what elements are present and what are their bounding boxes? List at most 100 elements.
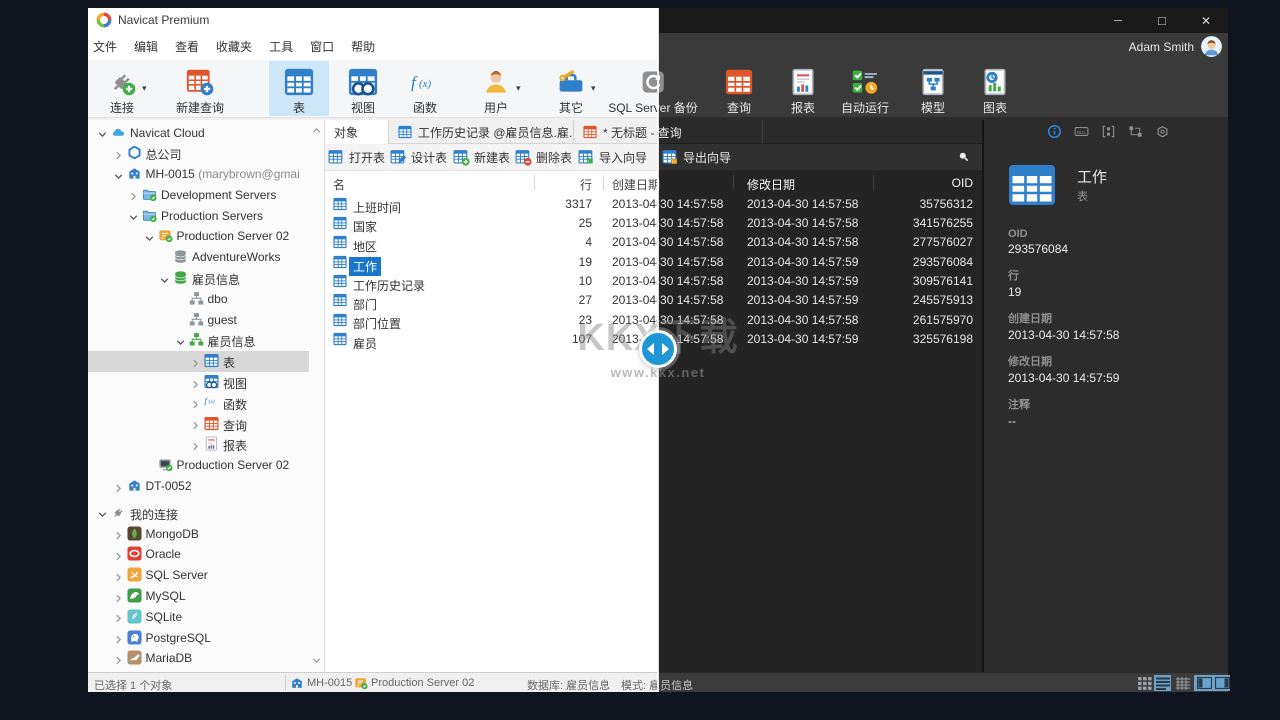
tree-item[interactable]: 查询 [88, 413, 309, 434]
table-row[interactable]: 上班时间33172013-04-30 14:57:582013-04-30 14… [325, 194, 658, 213]
table-row[interactable]: 部门272013-04-30 14:57:582013-04-30 14:57:… [658, 291, 982, 310]
menu-item[interactable]: 帮助 [351, 38, 375, 55]
minimize-button[interactable]: ─ [1096, 8, 1140, 33]
toolbar-button[interactable]: SQL Server 备份 [658, 61, 698, 116]
table-row[interactable]: 地区42013-04-30 14:57:582013-04-30 14:57:5… [658, 233, 982, 252]
toolbar-button[interactable]: 其它▾ [548, 61, 594, 116]
table-row[interactable]: 雇员1072013-04-30 14:57:582013-04-30 14:57… [325, 330, 658, 349]
expand-closed-icon[interactable] [191, 378, 200, 392]
tab[interactable]: 工作历史记录 @雇员信息.雇... [389, 120, 574, 144]
settings-icon[interactable] [1155, 124, 1170, 139]
tree-item[interactable]: AdventureWorks [88, 247, 309, 268]
list-view-icon[interactable] [1154, 675, 1171, 691]
expand-closed-icon[interactable] [114, 550, 123, 564]
tab[interactable]: * 无标题 - 查询 [574, 120, 658, 144]
toolbar-button[interactable]: 新建查询 [176, 61, 224, 116]
tree-item[interactable]: f(x)函数 [88, 392, 309, 413]
tree-item[interactable]: 报表 [88, 434, 309, 455]
expand-open-icon[interactable] [160, 274, 169, 288]
tree-item[interactable]: guest [88, 309, 309, 330]
table-row[interactable]: 上班时间33172013-04-30 14:57:582013-04-30 14… [658, 194, 982, 213]
panel-left-icon[interactable] [1194, 675, 1214, 691]
expand-closed-icon[interactable] [114, 654, 123, 668]
table-row[interactable]: 雇员1072013-04-30 14:57:582013-04-30 14:57… [658, 330, 982, 349]
comparison-slider-handle[interactable] [639, 330, 677, 368]
menu-item[interactable]: 查看 [175, 38, 199, 55]
scroll-down-icon[interactable] [312, 654, 321, 668]
tree-item[interactable]: SQLite [88, 606, 309, 627]
export-wizard-button[interactable]: 导出向导 [662, 144, 731, 170]
tree-item[interactable]: MariaDB [88, 648, 309, 669]
toolbar-button[interactable]: SQL Server 备份 [608, 61, 658, 116]
maximize-button[interactable]: □ [1140, 8, 1184, 33]
panel-right-icon[interactable] [1212, 675, 1230, 691]
tree-item[interactable]: DT-0052 [88, 476, 309, 497]
tree-item[interactable]: 我的连接 [88, 502, 309, 523]
expand-closed-icon[interactable] [114, 592, 123, 606]
toolbar-button[interactable]: 表 [269, 61, 329, 116]
tree-item[interactable]: MongoDB [88, 523, 309, 544]
tree-item[interactable]: 雇员信息 [88, 330, 309, 351]
toolbar-button[interactable]: f(x)函数 [402, 61, 448, 116]
toolbar-button[interactable]: 模型 [910, 61, 956, 116]
scroll-up-icon[interactable] [312, 124, 321, 138]
menu-item[interactable]: 收藏夹 [216, 38, 252, 55]
tree-item[interactable]: Navicat Cloud [88, 122, 309, 143]
tree-item[interactable]: MySQL [88, 586, 309, 607]
expand-closed-icon[interactable] [114, 149, 123, 163]
table-row[interactable]: 国家252013-04-30 14:57:582013-04-30 14:57:… [325, 213, 658, 232]
new-table-button[interactable]: 新建表 [453, 144, 510, 170]
dropdown-caret-icon[interactable]: ▾ [591, 83, 596, 94]
toolbar-button[interactable]: 查询 [716, 61, 762, 116]
sidebar-scrollbar[interactable] [309, 120, 324, 672]
columns-icon[interactable] [1101, 124, 1116, 139]
menu-item[interactable]: 文件 [93, 38, 117, 55]
grid-view-icon[interactable] [1136, 675, 1153, 691]
column-header-created[interactable]: 创建日期 [612, 176, 658, 193]
toolbar-button[interactable]: 自动运行 [841, 61, 889, 116]
tree-item[interactable]: 总公司 [88, 143, 309, 164]
tree-item[interactable]: Production Server 02 [88, 455, 309, 476]
expand-closed-icon[interactable] [191, 440, 200, 454]
table-row[interactable]: 国家252013-04-30 14:57:582013-04-30 14:57:… [658, 213, 982, 232]
table-row[interactable]: 地区42013-04-30 14:57:582013-04-30 14:57:5… [325, 233, 658, 252]
design-table-button[interactable]: 设计表 [390, 144, 447, 170]
tab[interactable]: 对象 [325, 120, 389, 144]
column-header-rows[interactable]: 行 [534, 176, 592, 193]
table-row[interactable]: 工作历史记录102013-04-30 14:57:582013-04-30 14… [658, 272, 982, 291]
tree-item[interactable]: dbo [88, 288, 309, 309]
delete-table-button[interactable]: 删除表 [515, 144, 572, 170]
menu-item[interactable]: 工具 [269, 38, 293, 55]
info-icon[interactable] [1047, 124, 1062, 139]
expand-open-icon[interactable] [98, 128, 107, 142]
expand-closed-icon[interactable] [191, 398, 200, 412]
column-header-name[interactable]: 名 [333, 176, 345, 193]
dropdown-caret-icon[interactable]: ▾ [142, 83, 147, 94]
expand-open-icon[interactable] [129, 211, 138, 225]
tree-item[interactable]: SQL Server [88, 565, 309, 586]
toolbar-button[interactable]: 报表 [780, 61, 826, 116]
search-icon[interactable] [958, 151, 969, 165]
dropdown-caret-icon[interactable]: ▾ [516, 83, 521, 94]
import-wizard-button[interactable]: 导入向导 [578, 144, 647, 170]
expand-closed-icon[interactable] [191, 357, 200, 371]
expand-open-icon[interactable] [176, 336, 185, 350]
tab[interactable]: * 无标题 - 查询 [658, 120, 763, 144]
tree-item[interactable]: 雇员信息 [88, 268, 309, 289]
tree-item[interactable]: Production Server 02 [88, 226, 309, 247]
menu-item[interactable]: 窗口 [310, 38, 334, 55]
tree-item[interactable]: PostgreSQL [88, 627, 309, 648]
user-chip[interactable]: Adam Smith [1129, 36, 1222, 57]
detail-view-icon[interactable] [1174, 675, 1191, 691]
menu-item[interactable]: 编辑 [134, 38, 158, 55]
expand-closed-icon[interactable] [114, 633, 123, 647]
table-row[interactable]: 部门272013-04-30 14:57:582013-04-30 14:57:… [325, 291, 658, 310]
table-row[interactable]: 工作192013-04-30 14:57:582013-04-30 14:57:… [325, 252, 658, 271]
table-row[interactable]: 部门位置232013-04-30 14:57:582013-04-30 14:5… [325, 310, 658, 329]
ddl-icon[interactable]: DDL [1074, 124, 1089, 139]
tree-item[interactable]: Production Servers [88, 205, 309, 226]
table-row[interactable]: 工作192013-04-30 14:57:582013-04-30 14:57:… [658, 252, 982, 271]
expand-closed-icon[interactable] [129, 190, 138, 204]
expand-closed-icon[interactable] [191, 419, 200, 433]
tree-item[interactable]: 表 [88, 351, 309, 372]
